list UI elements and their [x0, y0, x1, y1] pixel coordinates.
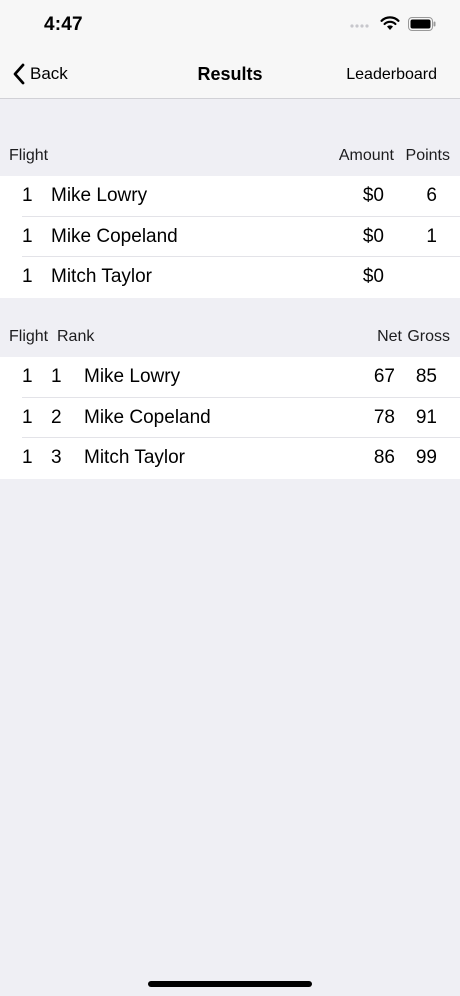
flight-cell: 1 [22, 447, 33, 468]
status-icons [350, 16, 436, 31]
payout-table: 1 Mike Lowry $0 6 1 Mike Copeland $0 1 1… [0, 176, 460, 298]
amount-cell: $0 [362, 185, 384, 206]
leaderboard-button[interactable]: Leaderboard [346, 66, 437, 84]
gross-cell: 91 [415, 406, 437, 428]
rank-cell: 3 [51, 447, 62, 468]
flight-cell: 1 [22, 225, 33, 247]
points-cell: 6 [426, 185, 437, 206]
battery-icon [408, 16, 436, 31]
player-name: Mike Lowry [51, 185, 148, 206]
flight-cell: 1 [22, 366, 33, 387]
header-flight: Flight [9, 147, 49, 164]
player-name: Mike Copeland [51, 225, 178, 247]
table-row[interactable]: 1 1 Mike Lowry 67 85 [0, 357, 460, 398]
table-row[interactable]: 1 Mitch Taylor $0 [0, 257, 460, 298]
flight-cell: 1 [22, 266, 33, 287]
table-row[interactable]: 1 Mike Lowry $0 6 [0, 176, 460, 217]
header-points: Points [405, 147, 450, 164]
wifi-icon [380, 16, 400, 30]
flight-cell: 1 [22, 185, 33, 206]
signal-icon [350, 23, 369, 28]
rank-cell: 2 [51, 406, 62, 428]
header-rank: Rank [57, 328, 95, 345]
player-name: Mike Lowry [84, 366, 181, 387]
table-row[interactable]: 1 3 Mitch Taylor 86 99 [0, 438, 460, 479]
status-time: 4:47 [44, 14, 83, 35]
nav-bar: Back Results Leaderboard [0, 50, 460, 99]
table-row[interactable]: 1 2 Mike Copeland 78 91 [0, 398, 460, 438]
net-cell: 67 [373, 366, 395, 387]
net-cell: 78 [373, 406, 395, 428]
status-bar: 4:47 [0, 0, 460, 50]
net-cell: 86 [373, 447, 395, 468]
header-amount: Amount [338, 147, 394, 164]
amount-cell: $0 [362, 225, 384, 247]
gross-cell: 85 [415, 366, 437, 387]
points-cell: 1 [426, 225, 437, 247]
table-row[interactable]: 1 Mike Copeland $0 1 [0, 217, 460, 257]
gross-cell: 99 [415, 447, 437, 468]
score-table: 1 1 Mike Lowry 67 85 1 2 Mike Copeland 7… [0, 357, 460, 479]
home-indicator[interactable] [148, 981, 312, 987]
payout-header: Flight Amount Points [0, 147, 460, 167]
score-header: Flight Rank Net Gross [0, 328, 460, 348]
flight-cell: 1 [22, 406, 33, 428]
player-name: Mitch Taylor [51, 266, 153, 287]
player-name: Mitch Taylor [84, 447, 186, 468]
rank-cell: 1 [51, 366, 62, 387]
header-net: Net [377, 328, 402, 345]
header-gross: Gross [407, 328, 450, 345]
amount-cell: $0 [362, 266, 384, 287]
header-flight: Flight [9, 328, 49, 345]
player-name: Mike Copeland [84, 406, 211, 428]
